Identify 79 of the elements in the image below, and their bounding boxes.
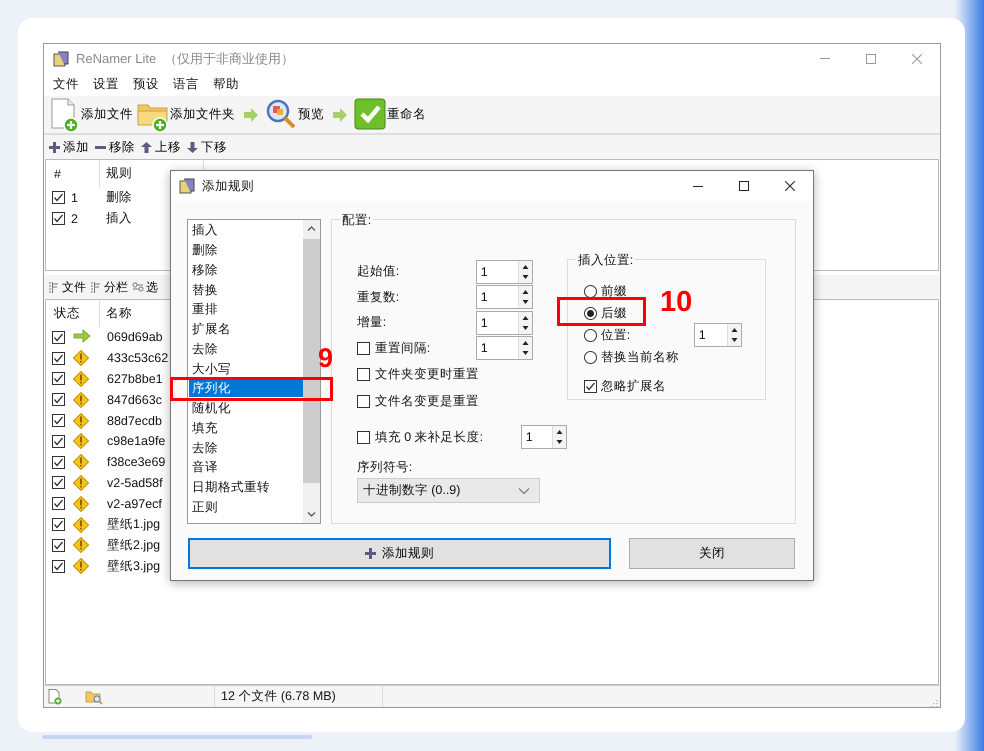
field-label: 增量: [356,314,386,332]
close-button[interactable]: 关闭 [629,538,795,569]
toolbar-button[interactable]: 添加文件 [48,96,137,132]
toolbar-button[interactable]: 移除 [93,138,139,156]
number-spinner[interactable]: 1 [476,285,533,310]
field-label: 重复数: [356,288,400,306]
number-spinner[interactable]: 1 [476,260,533,284]
field-label: 重置间隔: [374,340,430,357]
table-cell-text: 删除 [105,189,133,206]
menu-item[interactable]: 语言 [166,76,206,93]
checkbox-label: 忽略扩展名 [600,378,666,394]
toolbar-button[interactable]: 下移 [185,138,231,156]
table-cell: 2 [71,212,78,226]
table-cell-text: f38ce3e69 [106,455,166,470]
menu-item[interactable]: 预设 [126,76,166,93]
dialog-title: 添加规则 [202,178,254,194]
field-label: 序列符号: [356,459,414,475]
table-cell-text: 壁纸3.jpg [106,558,160,575]
checkbox-label: 文件名变更是重置 [374,393,479,410]
list-item[interactable]: 删除 [189,243,218,258]
list-item[interactable]: 去除 [189,440,218,456]
column-header[interactable]: 状态 [46,300,100,327]
group-label: 插入位置: [576,252,636,268]
toolbar-button[interactable]: 预览 [265,96,328,132]
column-header[interactable]: # [46,160,100,187]
toolbar-button[interactable]: 添加 [47,138,93,156]
list-item[interactable]: 大小写 [189,362,231,377]
callout-number: 9 [318,345,334,372]
option-label: 替换当前名称 [600,348,679,366]
add-rule-button[interactable]: 添加规则 [188,538,611,569]
callout-number: 10 [660,288,692,317]
toolbar-button[interactable]: 上移 [139,138,185,156]
menu-item[interactable]: 文件 [46,76,86,93]
list-item[interactable]: 序列化 [189,380,303,398]
list-item[interactable]: 填充 [189,420,218,436]
table-cell: 1 [71,190,78,204]
list-item[interactable]: 替换 [189,282,218,298]
toolbar-button[interactable]: 重命名 [354,96,430,132]
table-cell-text: c98e1a9fe [106,434,166,448]
table-cell-text: 069d69ab [106,330,163,344]
list-item[interactable]: 正则 [189,500,218,515]
list-item[interactable]: 去除 [189,342,218,357]
tab[interactable]: 分栏 [88,278,130,296]
number-spinner[interactable]: 1 [476,310,533,335]
toolbar-button[interactable]: 添加文件夹 [137,96,239,132]
tab[interactable]: 文件 [46,278,88,296]
table-cell-text: 847d663c [106,392,162,407]
file-count: 12 个文件 (6.78 MB) [221,688,336,705]
list-item[interactable]: 重排 [189,302,218,318]
checkbox-label: 填充 0 来补足长度: [374,428,484,446]
number-spinner[interactable]: 1 [694,323,742,347]
table-cell-text: 627b8be1 [106,372,163,386]
list-item[interactable]: 随机化 [189,401,231,416]
table-cell-text: v2-5ad58f [106,476,163,490]
group-label: 配置: [340,212,374,228]
list-item[interactable]: 移除 [189,262,218,278]
option-label: 后缀 [600,304,627,322]
table-cell-text: 壁纸1.jpg [106,516,160,534]
number-spinner[interactable]: 1 [520,425,567,449]
table-cell-text: 433c53c62 [106,351,168,366]
tab[interactable]: 选 [130,278,160,296]
menu-item[interactable]: 帮助 [206,76,246,93]
checkbox-label: 文件夹变更时重置 [374,366,479,383]
option-label: 前缀 [600,282,627,300]
table-cell-text: 壁纸2.jpg [106,536,160,554]
table-cell-text: 88d7ecdb [106,414,162,428]
list-item[interactable]: 扩展名 [189,322,231,338]
number-spinner[interactable]: 1 [476,336,533,360]
table-cell-text: v2-a97ecf [106,496,162,511]
field-label: 起始值: [356,263,400,280]
window-subtitle: （仅用于非商业使用） [164,50,294,68]
dropdown[interactable]: 十进制数字 (0..9) [356,478,540,503]
list-item[interactable]: 日期格式重转 [189,480,270,496]
table-cell-text: 插入 [105,210,133,227]
list-item[interactable]: 插入 [189,223,218,238]
list-item[interactable]: 音译 [189,460,218,476]
window-title: ReNamer Lite [76,51,156,66]
option-label: 位置: [600,326,630,344]
menu-item[interactable]: 设置 [86,76,126,93]
